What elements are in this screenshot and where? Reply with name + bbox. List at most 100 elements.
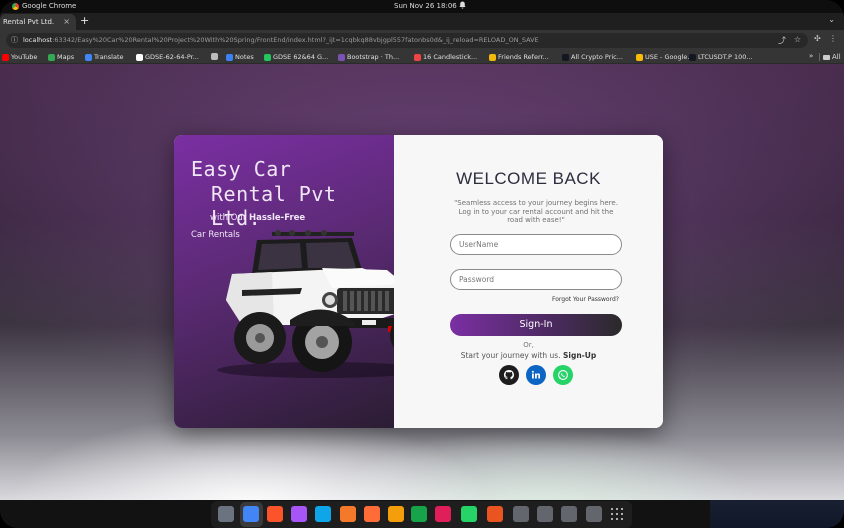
new-tab-button[interactable]: + (80, 14, 89, 27)
software-center-icon[interactable] (487, 506, 503, 522)
login-title: WELCOME BACK (456, 169, 601, 188)
bookmark-favicon-icon (414, 53, 421, 61)
bookmark-favicon-icon (226, 53, 233, 61)
bookmark-label: Friends Referr... (498, 53, 549, 61)
active-app-label: Google Chrome (22, 2, 77, 10)
signup-prompt: Start your journey with us. Sign-Up (394, 351, 663, 360)
bookmark-favicon-icon (689, 53, 696, 61)
bookmark-label: All Crypto Pric... (571, 53, 623, 61)
login-description: "Seamless access to your journey begins … (454, 199, 618, 224)
bookmark-item[interactable]: GDSE-62-64-Pr... (136, 53, 199, 61)
clock[interactable]: Sun Nov 26 18:06 (394, 2, 457, 10)
sublime-icon[interactable] (388, 506, 404, 522)
bookmark-label: Notes (235, 53, 254, 61)
bookmark-item[interactable]: Bootstrap · Th... (338, 53, 399, 61)
menu-icon[interactable]: ⋮ (829, 34, 837, 43)
tagline-bold: Hassle-Free (249, 213, 306, 223)
tagline: with Our Hassle-Free (210, 213, 305, 223)
bookmark-label: GDSE-62-64-Pr... (145, 53, 199, 61)
login-panel: WELCOME BACK "Seamless access to your jo… (394, 135, 663, 428)
dock (211, 501, 632, 528)
whatsapp-button[interactable] (553, 365, 573, 385)
bookmark-favicon-icon (211, 53, 218, 60)
bookmark-label: USE - Google... (645, 53, 694, 61)
login-card: Easy Car Rental Pvt Ltd. with Our Hassle… (174, 135, 663, 428)
bell-icon[interactable] (459, 1, 466, 11)
whatsapp-app-icon[interactable] (461, 506, 477, 522)
postman-icon[interactable] (364, 506, 380, 522)
bookmark-label: YouTube (11, 53, 38, 61)
active-app[interactable]: Google Chrome (12, 2, 76, 10)
trash-icon[interactable] (586, 506, 602, 522)
bookmark-item[interactable]: Translate (85, 53, 124, 61)
bookmark-item[interactable]: 16 Candlestick... (414, 53, 477, 61)
bookmark-item[interactable]: Notes (226, 53, 254, 61)
intellij-icon[interactable] (291, 506, 307, 522)
bookmark-item[interactable]: Maps (48, 53, 74, 61)
bookmark-label: Maps (57, 53, 75, 61)
chrome-icon (12, 2, 19, 10)
window-3-icon[interactable] (561, 506, 577, 522)
bookmarks-bar: » All YouTube Maps Translate GDSE-62-64-Pr.… (0, 50, 844, 64)
bookmark-item[interactable] (211, 53, 218, 60)
bookmark-label: GDSE 62&64 G... (273, 53, 329, 61)
bookmark-star-icon[interactable]: ☆ (794, 35, 801, 44)
tab-search-icon[interactable]: ⌄ (828, 15, 835, 24)
github-button[interactable] (499, 365, 519, 385)
username-input[interactable]: UserName (450, 234, 622, 255)
blender-icon[interactable] (340, 506, 356, 522)
all-bookmarks-label: All (832, 53, 841, 61)
address-bar[interactable]: ⓘ localhost:63342/Easy%20Car%20Rental%20… (6, 33, 808, 48)
forgot-password-link[interactable]: Forgot Your Password? (552, 296, 619, 303)
bookmark-item[interactable]: YouTube (2, 53, 37, 61)
show-apps-icon[interactable] (611, 508, 623, 520)
bookmarks-separator (819, 53, 820, 61)
tab-active[interactable]: Rental Pvt Ltd. × (0, 14, 76, 30)
close-icon[interactable]: × (63, 17, 70, 26)
or-divider: Or, (523, 341, 534, 349)
whatsapp-icon (558, 370, 568, 380)
extensions-icon[interactable]: ✣ (814, 34, 821, 43)
share-icon[interactable]: ⤴ (778, 35, 786, 46)
wallpaper-corner (710, 500, 844, 528)
browser-toolbar: ⓘ localhost:63342/Easy%20Car%20Rental%20… (0, 30, 844, 50)
slack-icon[interactable] (435, 506, 451, 522)
brave-icon[interactable] (267, 506, 283, 522)
url-path: :63342/Easy%20Car%20Rental%20Project%20W… (52, 36, 539, 44)
bookmark-item[interactable]: Friends Referr... (489, 53, 549, 61)
window-1-icon[interactable] (513, 506, 529, 522)
bookmark-favicon-icon (136, 53, 143, 61)
screen: Google Chrome Sun Nov 26 18:06 Rental Pv… (0, 0, 844, 528)
bookmarks-overflow-button[interactable]: » (809, 52, 813, 60)
password-input[interactable]: Password (450, 269, 622, 290)
brand-title-line1: Easy Car (191, 157, 292, 181)
site-info-icon[interactable]: ⓘ (11, 35, 18, 45)
bookmark-item[interactable]: All Crypto Pric... (562, 53, 623, 61)
bookmark-favicon-icon (338, 53, 345, 61)
files-icon[interactable] (218, 506, 234, 522)
tab-strip: Rental Pvt Ltd. × (0, 13, 844, 30)
bookmark-item[interactable]: GDSE 62&64 G... (264, 53, 328, 61)
signup-link[interactable]: Sign-Up (563, 351, 596, 360)
chrome-icon[interactable] (243, 506, 259, 522)
tab-title: Rental Pvt Ltd. (3, 18, 55, 26)
bookmark-favicon-icon (562, 53, 569, 61)
bookmark-label: 16 Candlestick... (423, 53, 478, 61)
linkedin-icon (531, 370, 540, 379)
bookmark-label: LTCUSDT.P 100... (698, 53, 753, 61)
all-bookmarks-button[interactable]: All (823, 53, 841, 61)
bookmark-item[interactable]: LTCUSDT.P 100... (689, 53, 753, 61)
linkedin-button[interactable] (526, 365, 546, 385)
git-icon[interactable] (411, 506, 427, 522)
vscode-icon[interactable] (315, 506, 331, 522)
signup-prompt-text: Start your journey with us. (460, 351, 561, 360)
signin-button[interactable]: Sign-In (450, 314, 622, 336)
github-icon (504, 370, 514, 380)
bookmark-favicon-icon (489, 53, 496, 61)
folder-icon (823, 54, 830, 60)
bookmark-item[interactable]: USE - Google... (636, 53, 694, 61)
url-host: localhost (23, 36, 53, 44)
window-2-icon[interactable] (537, 506, 553, 522)
hero-panel: Easy Car Rental Pvt Ltd. with Our Hassle… (174, 135, 434, 428)
bookmark-favicon-icon (85, 53, 92, 61)
